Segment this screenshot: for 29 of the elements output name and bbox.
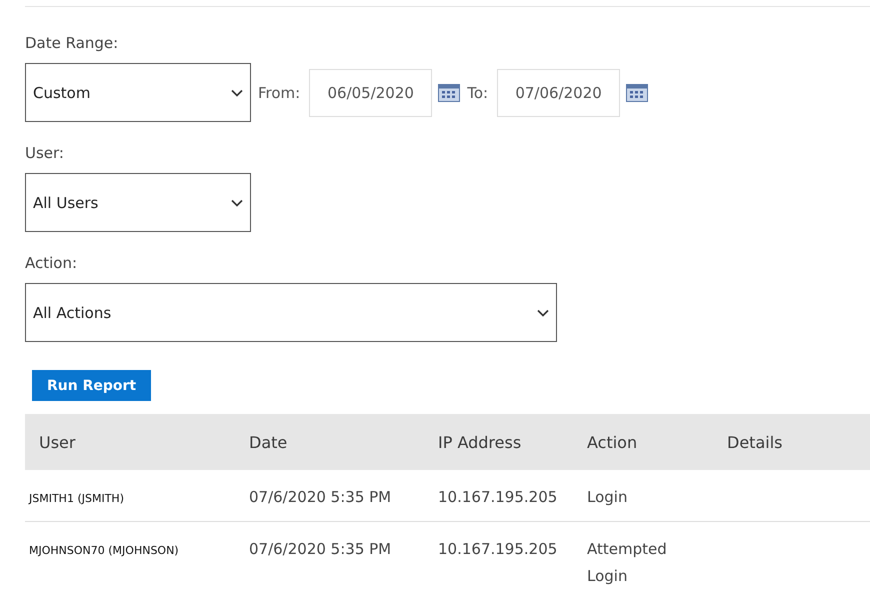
table-cell-text: Login bbox=[586, 487, 628, 508]
field-label: To: bbox=[467, 84, 488, 102]
column-header: Date bbox=[248, 432, 288, 452]
table-cell-text: Attempted Login bbox=[586, 539, 668, 587]
user-dropdown[interactable]: All Users bbox=[25, 173, 251, 232]
calendar-icon[interactable] bbox=[626, 84, 648, 102]
chevron-icon bbox=[537, 308, 549, 316]
column-header: Action bbox=[586, 432, 638, 452]
field-label: Action: bbox=[25, 254, 78, 272]
calendar-icon[interactable] bbox=[438, 84, 460, 102]
from-date-field[interactable]: 06/05/2020 bbox=[309, 68, 432, 116]
field-label: Date Range: bbox=[25, 34, 120, 52]
table-cell-text: 10.167.195.205 bbox=[437, 539, 558, 560]
date-range-dropdown[interactable]: Custom bbox=[25, 63, 251, 122]
table-cell-text: 07/6/2020 5:35 PM bbox=[248, 487, 392, 508]
table-cell-text: 10.167.195.205 bbox=[437, 487, 558, 508]
field-label: From: bbox=[258, 84, 300, 102]
action-dropdown[interactable]: All Actions bbox=[25, 283, 557, 342]
table-cell-text: 07/6/2020 5:35 PM bbox=[248, 539, 392, 560]
to-date-field[interactable]: 07/06/2020 bbox=[497, 68, 620, 116]
column-header: IP Address bbox=[437, 432, 522, 452]
table-cell-text: JSMITH1 (JSMITH) bbox=[28, 491, 125, 505]
chevron-icon bbox=[231, 198, 243, 206]
table-cell-text: MJOHNSON70 (MJOHNSON) bbox=[28, 543, 180, 557]
chevron-icon bbox=[231, 88, 243, 96]
field-label: User: bbox=[25, 144, 65, 162]
run-report-button[interactable]: Run Report bbox=[32, 370, 152, 401]
column-header: User bbox=[38, 432, 76, 452]
column-header: Details bbox=[726, 432, 784, 452]
